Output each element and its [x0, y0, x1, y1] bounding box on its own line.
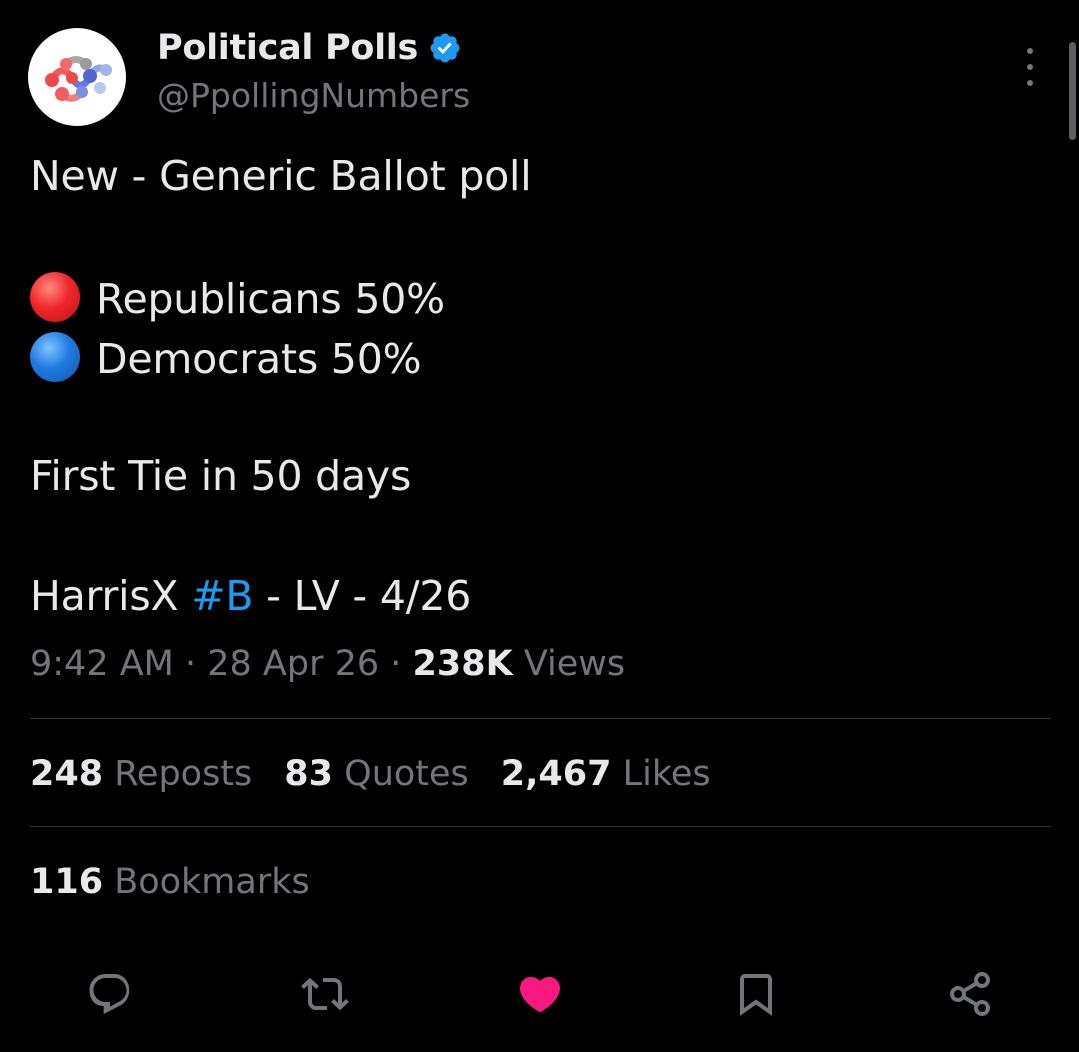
bookmarks-stat[interactable]: 116 Bookmarks [30, 862, 310, 902]
reposts-label: Reposts [103, 754, 253, 794]
post-date[interactable]: 28 Apr 26 [207, 644, 379, 684]
divider [30, 826, 1051, 827]
share-icon [950, 972, 990, 1016]
verified-badge-icon [430, 33, 460, 63]
bookmark-icon [740, 974, 772, 1016]
source-suffix: - LV - 4/26 [253, 572, 472, 620]
quotes-label: Quotes [333, 754, 469, 794]
bookmark-button[interactable] [730, 968, 782, 1020]
author-handle[interactable]: @PpollingNumbers [157, 76, 470, 115]
post-meta: 9:42 AM · 28 Apr 26 · 238K Views [30, 644, 625, 684]
repost-button[interactable] [299, 968, 351, 1020]
quotes-count: 83 [284, 754, 334, 794]
avatar[interactable] [28, 28, 126, 126]
repost-icon [301, 977, 349, 1011]
views-label: Views [512, 644, 626, 684]
divider [30, 718, 1051, 719]
reply-button[interactable] [84, 968, 136, 1020]
engagement-stats: 248 Reposts 83 Quotes 2,467 Likes [30, 754, 711, 794]
reposts-stat[interactable]: 248 Reposts [30, 754, 252, 794]
author-name-row[interactable]: Political Polls [157, 28, 462, 68]
more-options-icon[interactable] [1018, 48, 1042, 86]
democrats-result: Democrats 50% [96, 335, 422, 383]
share-button[interactable] [944, 968, 996, 1020]
post-text-line-democrats: Democrats 50% [30, 332, 422, 383]
likes-stat[interactable]: 2,467 Likes [501, 754, 711, 794]
source-prefix: HarrisX [30, 572, 192, 620]
blue-circle-icon [30, 332, 80, 382]
bookmarks-label: Bookmarks [103, 862, 310, 902]
post-text-line: First Tie in 50 days [30, 452, 412, 500]
red-circle-icon [30, 272, 80, 322]
reposts-count: 248 [30, 754, 104, 794]
views-count: 238K [412, 644, 513, 684]
meta-separator: · [173, 644, 208, 684]
meta-separator: · [379, 644, 413, 684]
network-logo-icon [45, 56, 112, 102]
likes-count: 2,467 [500, 754, 612, 794]
bookmarks-count: 116 [30, 862, 104, 902]
republicans-result: Republicans 50% [96, 275, 445, 323]
like-icon [519, 977, 561, 1013]
author-display-name[interactable]: Political Polls [157, 28, 418, 68]
post-text-line: New - Generic Ballot poll [30, 152, 532, 200]
post-text-line-republicans: Republicans 50% [30, 272, 445, 323]
reply-icon [89, 974, 130, 1014]
hashtag-link[interactable]: #B [191, 572, 253, 620]
post-detail-view: Political Polls @PpollingNumbers New - G… [0, 0, 1079, 1052]
post-source-line: HarrisX #B - LV - 4/26 [30, 572, 471, 620]
like-button[interactable] [514, 968, 566, 1020]
quotes-stat[interactable]: 83 Quotes [284, 754, 468, 794]
likes-label: Likes [611, 754, 711, 794]
scrollbar[interactable] [1069, 42, 1076, 140]
post-time[interactable]: 9:42 AM [30, 644, 174, 684]
